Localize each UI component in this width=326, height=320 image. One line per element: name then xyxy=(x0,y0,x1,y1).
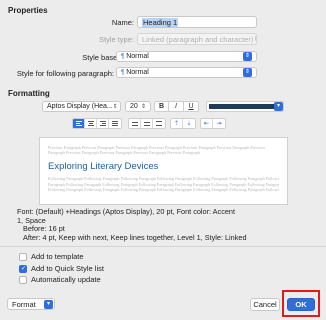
chevron-updown-icon: ⇕ xyxy=(112,103,118,110)
style-preview: Previous Paragraph Previous Paragraph Pr… xyxy=(39,137,288,205)
add-to-template-checkbox[interactable] xyxy=(19,252,27,261)
properties-section-title: Properties xyxy=(8,6,48,15)
following-paragraph-line: Following Paragraph Following Paragraph … xyxy=(48,176,279,182)
name-label: Name: xyxy=(111,18,134,27)
chevron-updown-icon: ⇕ xyxy=(253,35,256,44)
align-right-button[interactable] xyxy=(97,119,109,128)
automatically-update-option[interactable]: Automatically update xyxy=(19,275,101,284)
paragraph-spacing-group: ⇡ ⇣ xyxy=(170,118,196,129)
automatically-update-label: Automatically update xyxy=(31,275,101,284)
format-label: Format xyxy=(12,299,36,309)
font-color-swatch xyxy=(209,104,281,109)
chevron-updown-icon: ⇕ xyxy=(140,103,146,110)
automatically-update-checkbox[interactable] xyxy=(19,275,27,284)
paragraph-style-icon: ¶ xyxy=(121,53,125,60)
chevron-updown-icon: ⇕ xyxy=(243,52,252,61)
chevron-down-icon: ▾ xyxy=(44,299,53,309)
single-spacing-button[interactable] xyxy=(129,119,141,128)
preview-heading-sample: Exploring Literary Devices xyxy=(48,161,159,173)
bold-button[interactable]: B xyxy=(154,101,169,112)
line-spacing-group xyxy=(128,118,166,129)
space-before-icon[interactable]: ⇡ xyxy=(171,119,183,128)
font-size-value: 20 xyxy=(130,102,138,110)
font-name-value: Aptos Display (Hea... xyxy=(47,102,113,110)
style-following-label: Style for following paragraph: xyxy=(16,69,114,78)
align-left-button[interactable] xyxy=(73,119,85,128)
indent-group: ⇤ ⇥ xyxy=(200,118,226,129)
alignment-group xyxy=(72,118,122,129)
add-to-template-option[interactable]: Add to template xyxy=(19,252,84,261)
chevron-updown-icon: ⇕ xyxy=(243,68,252,77)
increase-indent-icon[interactable]: ⇥ xyxy=(213,119,225,128)
one-half-spacing-button[interactable] xyxy=(141,119,153,128)
align-center-button[interactable] xyxy=(85,119,97,128)
font-name-select[interactable]: Aptos Display (Hea... ⇕ xyxy=(42,101,121,112)
text-style-group: B I U xyxy=(154,101,199,112)
style-based-on-value: Normal xyxy=(126,52,149,60)
name-field[interactable]: Heading 1 xyxy=(137,16,257,28)
font-color-picker[interactable] xyxy=(206,101,284,112)
following-paragraph-line: Following Paragraph Following Paragraph … xyxy=(48,186,279,192)
add-to-template-label: Add to template xyxy=(31,252,84,261)
style-based-on-select[interactable]: ¶ Normal ⇕ xyxy=(116,51,257,62)
style-description: Font: (Default) +Headings (Aptos Display… xyxy=(17,208,309,246)
underline-button[interactable]: U xyxy=(184,101,199,112)
style-following-select[interactable]: ¶ Normal ⇕ xyxy=(116,67,257,78)
cancel-button[interactable]: Cancel xyxy=(250,298,280,311)
space-after-icon[interactable]: ⇣ xyxy=(183,119,195,128)
chevron-down-icon[interactable]: ▾ xyxy=(274,102,283,111)
style-type-label: Style type: xyxy=(98,35,134,44)
description-line: After: 4 pt, Keep with next, Keep lines … xyxy=(23,232,247,242)
style-type-value: Linked (paragraph and character) xyxy=(142,34,254,44)
paragraph-style-icon: ¶ xyxy=(121,69,125,76)
add-to-quick-style-option[interactable]: Add to Quick Style list xyxy=(19,264,104,273)
align-justify-button[interactable] xyxy=(109,119,121,128)
name-value: Heading 1 xyxy=(142,18,179,27)
double-spacing-button[interactable] xyxy=(153,119,165,128)
style-following-value: Normal xyxy=(126,68,149,76)
italic-button[interactable]: I xyxy=(169,101,184,112)
formatting-section-title: Formatting xyxy=(8,89,50,98)
decrease-indent-icon[interactable]: ⇤ xyxy=(201,119,213,128)
divider xyxy=(0,246,326,247)
add-to-quick-style-label: Add to Quick Style list xyxy=(31,264,104,273)
previous-paragraph-line: Paragraph Previous Paragraph Previous Pa… xyxy=(48,150,200,156)
description-line: Font: (Default) +Headings (Aptos Display… xyxy=(17,208,235,216)
style-type-select: Linked (paragraph and character) ⇕ xyxy=(137,33,257,45)
font-size-select[interactable]: 20 ⇕ xyxy=(125,101,151,112)
add-to-quick-style-checkbox[interactable] xyxy=(19,264,27,273)
format-menu-button[interactable]: Format ▾ xyxy=(7,298,55,310)
ok-button[interactable]: OK xyxy=(287,298,315,311)
